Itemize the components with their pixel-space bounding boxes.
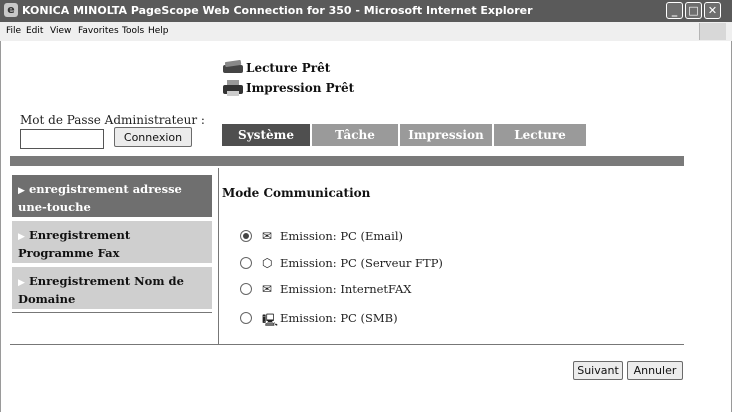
- arrow-right-icon: ▶: [18, 232, 25, 242]
- vertical-divider: [218, 168, 219, 344]
- radio-button[interactable]: [240, 312, 252, 324]
- admin-password-label: Mot de Passe Administrateur :: [20, 113, 205, 127]
- sidebar-item-one-touch[interactable]: ▶ enregistrement adresse une-touche: [12, 175, 212, 217]
- menu-edit[interactable]: Edit: [26, 26, 43, 36]
- menu-favorites[interactable]: Favorites: [78, 26, 119, 36]
- ftp-server-icon: ⬡: [262, 256, 273, 270]
- tab-tache[interactable]: Tâche: [312, 124, 398, 146]
- tab-lecture[interactable]: Lecture: [494, 124, 586, 146]
- window-titlebar: e KONICA MINOLTA PageScope Web Connectio…: [0, 0, 732, 22]
- section-title: Mode Communication: [222, 186, 371, 200]
- header-divider-bar: [10, 156, 684, 166]
- option-label: Emission: PC (SMB): [280, 311, 398, 325]
- admin-password-input[interactable]: [20, 129, 104, 149]
- network-pc-icon: 🖳: [262, 313, 279, 327]
- radio-button[interactable]: [240, 257, 252, 269]
- tab-systeme[interactable]: Système: [222, 124, 310, 146]
- sidebar-divider: [12, 312, 212, 313]
- option-label: Emission: PC (Email): [280, 229, 403, 243]
- window-title: KONICA MINOLTA PageScope Web Connection …: [22, 4, 533, 17]
- sidebar-item-fax-program[interactable]: ▶ Enregistrement Programme Fax: [12, 221, 212, 263]
- arrow-right-icon: ▶: [18, 278, 25, 288]
- printer-icon: [223, 80, 243, 96]
- sidebar-item-domain-name[interactable]: ▶ Enregistrement Nom de Domaine: [12, 267, 212, 309]
- menu-view[interactable]: View: [50, 26, 71, 36]
- arrow-right-icon: ▶: [18, 186, 25, 196]
- minimize-button[interactable]: _: [666, 2, 683, 19]
- scanner-icon: [223, 60, 243, 73]
- login-button[interactable]: Connexion: [114, 127, 192, 147]
- browser-icon: e: [4, 3, 18, 17]
- windows-flag-icon: [699, 23, 726, 40]
- sidebar-item-label: enregistrement adresse une-touche: [18, 182, 182, 214]
- option-label: Emission: PC (Serveur FTP): [280, 256, 443, 270]
- maximize-button[interactable]: □: [685, 2, 702, 19]
- next-button[interactable]: Suivant: [573, 361, 623, 380]
- envelope-icon: ✉: [262, 282, 273, 296]
- menu-tools[interactable]: Tools: [122, 26, 144, 36]
- sidebar-item-label: Enregistrement Programme Fax: [18, 228, 131, 260]
- footer-divider: [10, 344, 684, 345]
- print-status: Impression Prêt: [246, 81, 355, 95]
- menu-file[interactable]: File: [6, 26, 21, 36]
- scan-status: Lecture Prêt: [246, 61, 331, 75]
- option-label: Emission: InternetFAX: [280, 282, 412, 296]
- sidebar-item-label: Enregistrement Nom de Domaine: [18, 274, 184, 306]
- radio-button[interactable]: [240, 283, 252, 295]
- menubar: File Edit View Favorites Tools Help: [0, 22, 732, 42]
- close-button[interactable]: ✕: [704, 2, 721, 19]
- menu-help[interactable]: Help: [148, 26, 169, 36]
- radio-button[interactable]: [240, 230, 252, 242]
- envelope-icon: ✉: [262, 229, 273, 243]
- tab-impression[interactable]: Impression: [400, 124, 492, 146]
- cancel-button[interactable]: Annuler: [627, 361, 683, 380]
